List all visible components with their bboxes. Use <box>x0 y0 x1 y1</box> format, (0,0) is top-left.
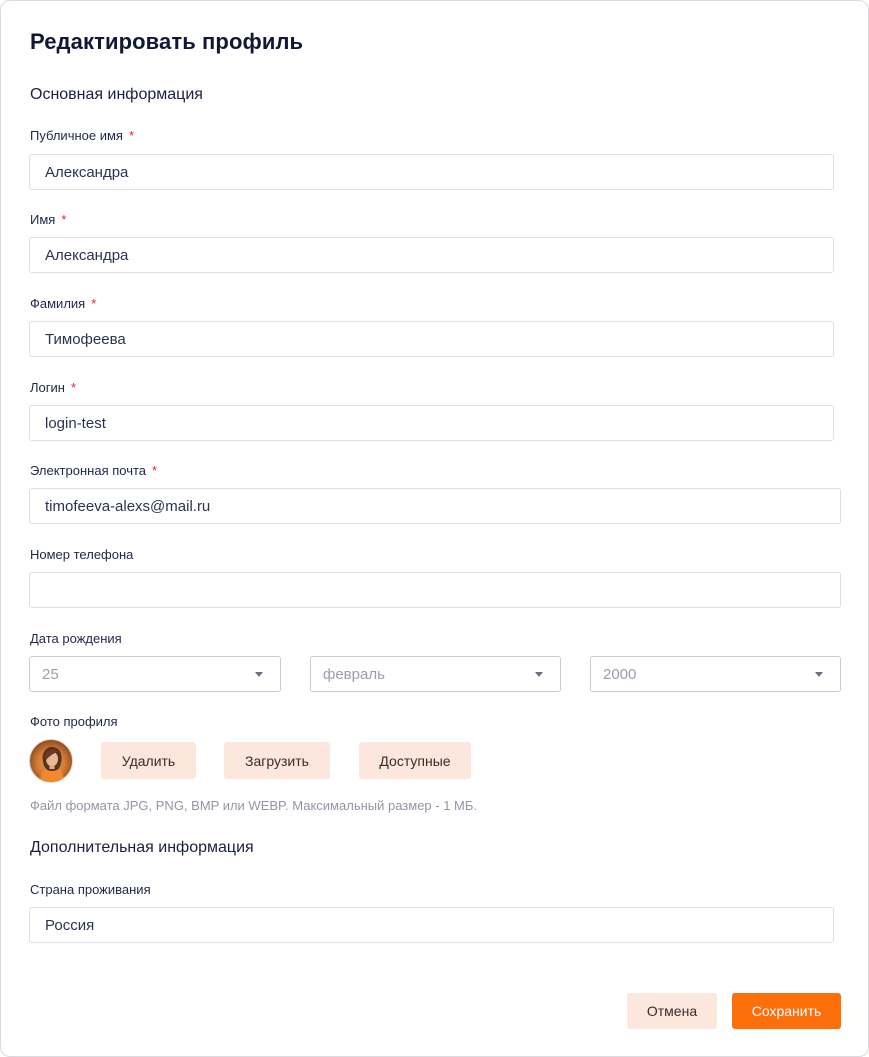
public-name-label-text: Публичное имя <box>30 128 123 143</box>
public-name-label: Публичное имя * <box>30 128 134 143</box>
section-title-main: Основная информация <box>30 86 203 103</box>
email-input[interactable] <box>29 488 841 524</box>
first-name-label: Имя * <box>30 212 66 227</box>
birth-year-select[interactable]: 2000 <box>590 656 841 692</box>
upload-photo-button[interactable]: Загрузить <box>224 742 330 779</box>
birth-day-select[interactable]: 25 <box>29 656 281 692</box>
birth-day-value: 25 <box>42 665 59 683</box>
first-name-label-text: Имя <box>30 212 56 227</box>
required-marker: * <box>91 296 97 311</box>
login-label: Логин * <box>30 380 76 395</box>
required-marker: * <box>152 463 158 478</box>
email-label-text: Электронная почта <box>30 463 147 478</box>
birth-year-value: 2000 <box>603 665 637 683</box>
photo-label: Фото профиля <box>30 714 118 729</box>
phone-input[interactable] <box>29 572 841 608</box>
first-name-input[interactable] <box>29 237 834 273</box>
available-photos-button[interactable]: Доступные <box>359 742 471 779</box>
public-name-input[interactable] <box>29 154 834 190</box>
birth-month-value: февраль <box>323 665 385 683</box>
email-label: Электронная почта * <box>30 463 157 478</box>
edit-profile-card: Редактировать профиль Основная информаци… <box>0 0 869 1057</box>
last-name-label: Фамилия * <box>30 296 96 311</box>
cancel-button[interactable]: Отмена <box>627 993 717 1029</box>
delete-photo-button[interactable]: Удалить <box>101 742 196 779</box>
login-label-text: Логин <box>30 380 65 395</box>
photo-hint: Файл формата JPG, PNG, BMP или WEBP. Мак… <box>30 798 478 813</box>
birth-month-select[interactable]: февраль <box>310 656 561 692</box>
required-marker: * <box>61 212 67 227</box>
login-input[interactable] <box>29 405 834 441</box>
avatar-image <box>40 746 64 782</box>
avatar[interactable] <box>29 739 73 783</box>
chevron-down-icon <box>255 671 263 677</box>
section-title-extra: Дополнительная информация <box>30 839 254 856</box>
last-name-label-text: Фамилия <box>30 296 86 311</box>
country-label: Страна проживания <box>30 882 151 897</box>
country-input[interactable] <box>29 907 834 943</box>
save-button[interactable]: Сохранить <box>732 993 841 1029</box>
page-title: Редактировать профиль <box>30 29 304 54</box>
chevron-down-icon <box>535 671 543 677</box>
last-name-input[interactable] <box>29 321 834 357</box>
chevron-down-icon <box>815 671 823 677</box>
required-marker: * <box>128 128 135 143</box>
phone-label: Номер телефона <box>30 547 134 562</box>
birth-date-label: Дата рождения <box>30 631 122 646</box>
required-marker: * <box>70 380 77 395</box>
